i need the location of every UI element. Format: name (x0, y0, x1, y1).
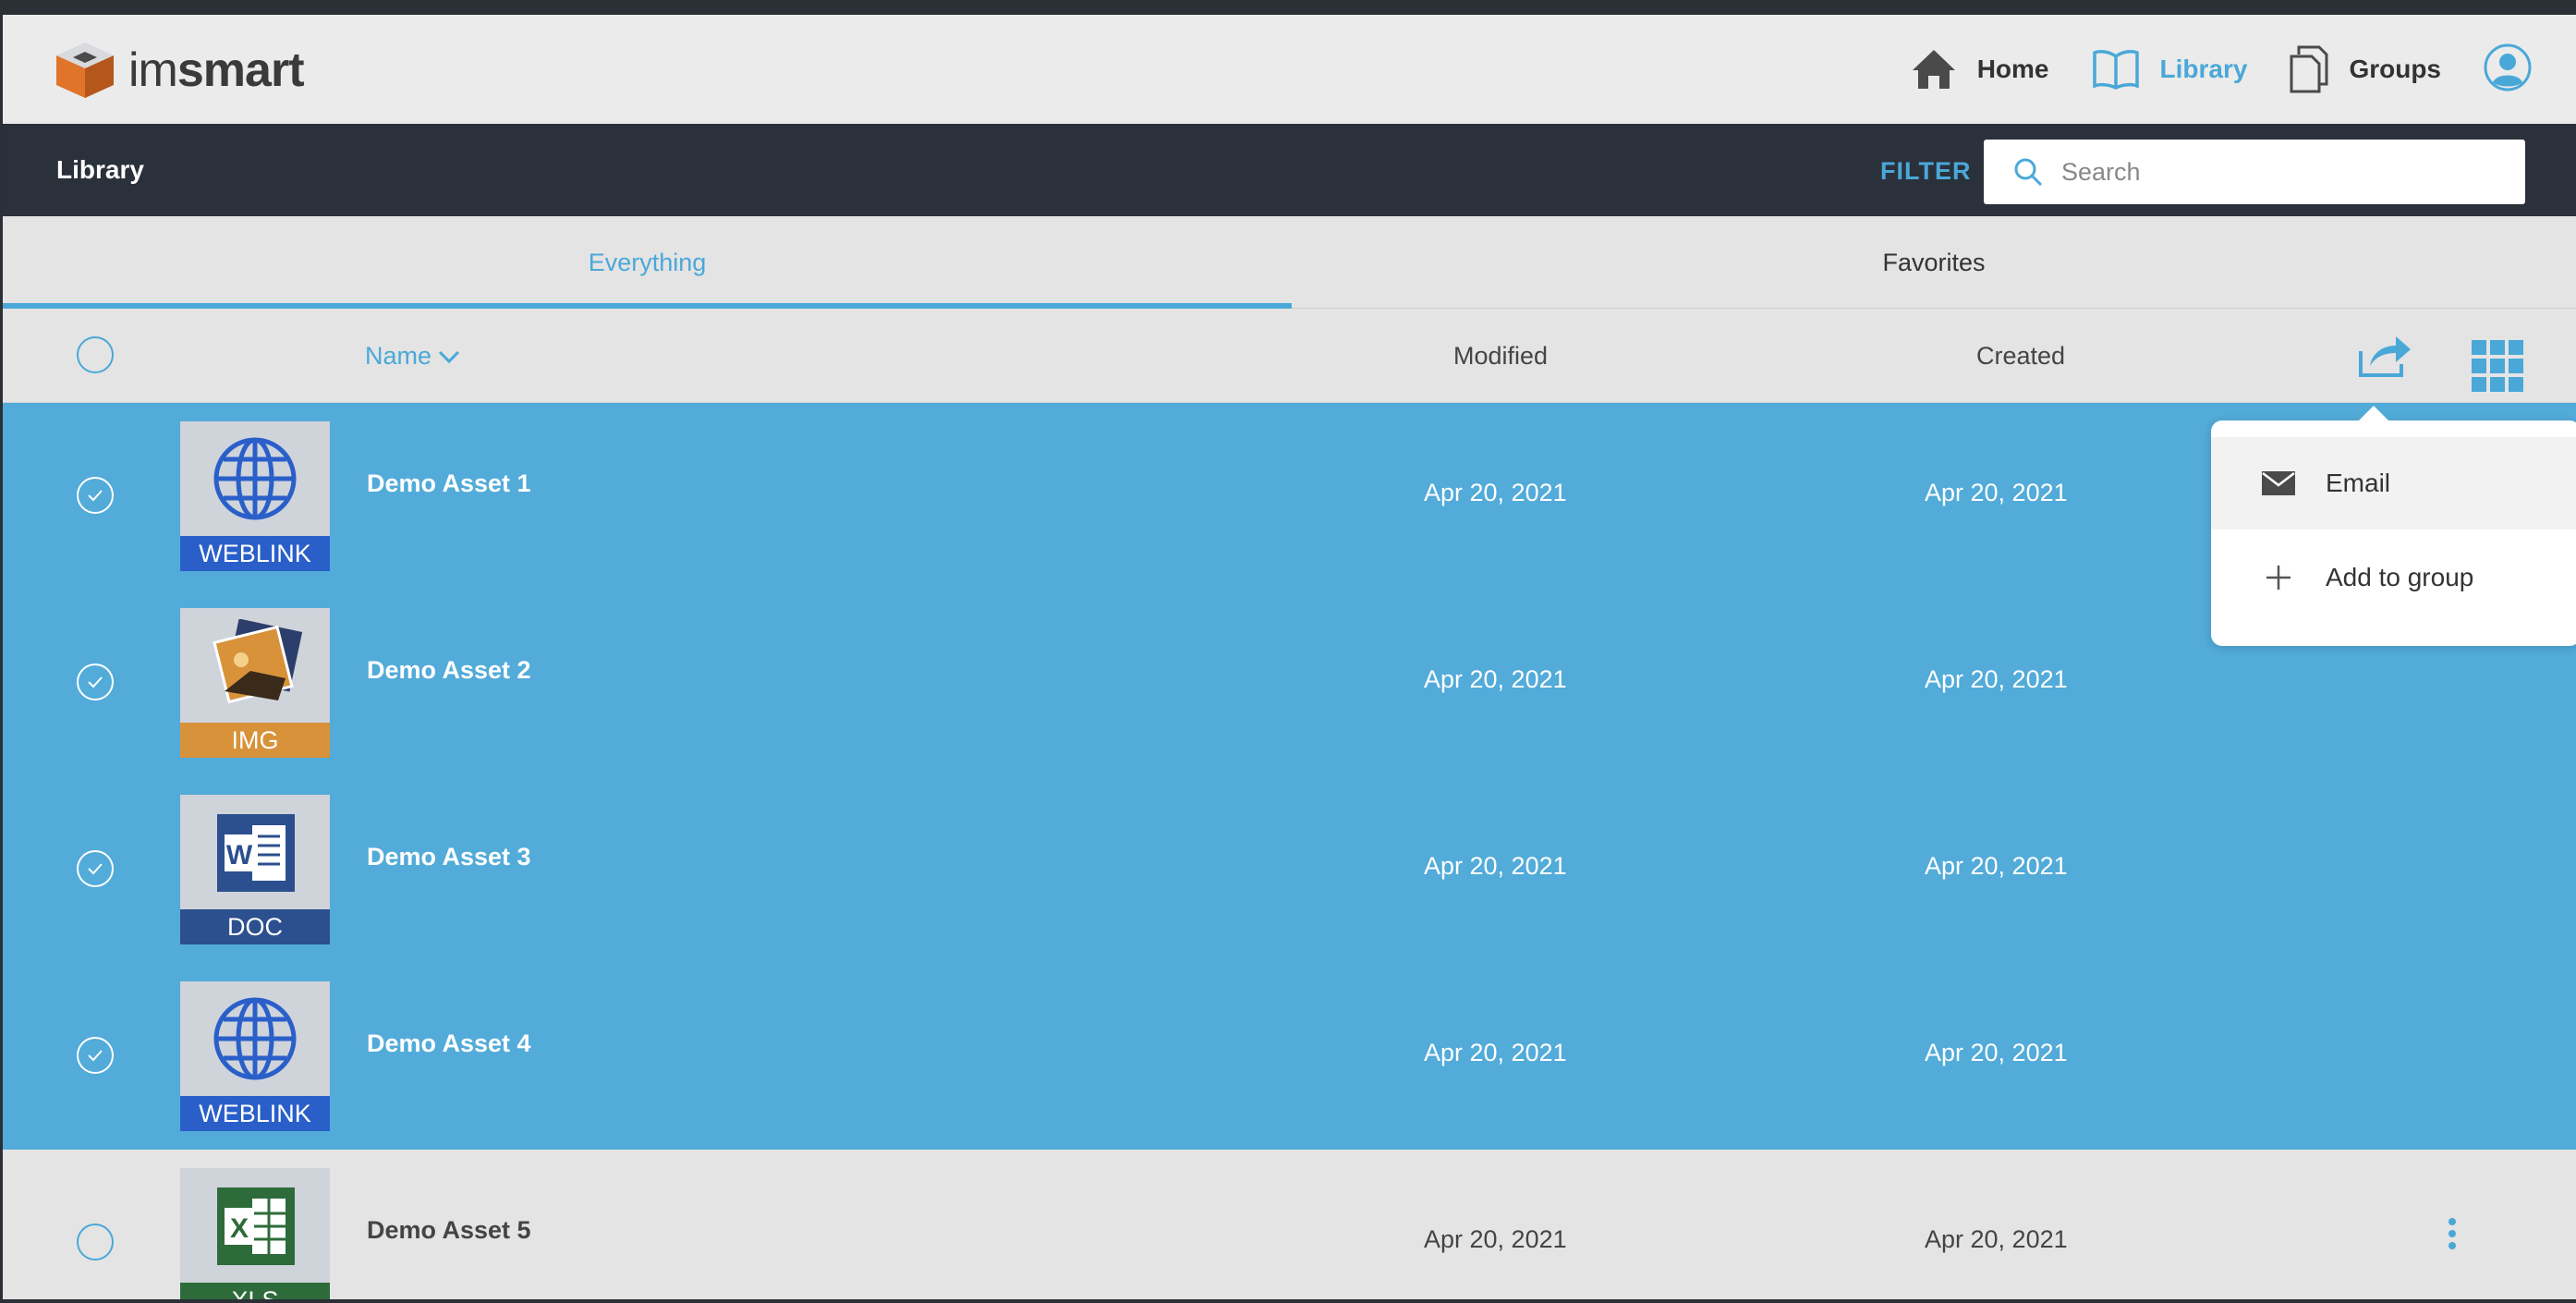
asset-type-label: IMG (180, 723, 330, 758)
asset-created: Apr 20, 2021 (1925, 1039, 2068, 1066)
asset-type-label: WEBLINK (180, 1096, 330, 1131)
asset-created: Apr 20, 2021 (1925, 1225, 2068, 1253)
chevron-down-icon (438, 350, 460, 363)
row-checkbox[interactable] (77, 850, 114, 887)
grid-view-icon[interactable] (2472, 340, 2523, 392)
image-icon (213, 619, 303, 704)
app: imsmart Home Library Groups Library FILT… (3, 15, 2576, 1299)
plus-icon (2266, 566, 2290, 590)
globe-icon (213, 997, 297, 1080)
user-icon (2484, 43, 2532, 91)
table-row[interactable]: IMG Demo Asset 2 Apr 20, 2021 Apr 20, 20… (3, 590, 2576, 776)
asset-thumbnail[interactable]: IMG (180, 608, 330, 758)
nav-library[interactable]: Library (2092, 49, 2248, 90)
mail-icon (2262, 471, 2295, 495)
sort-by-name[interactable]: Name (365, 342, 461, 371)
asset-name[interactable]: Demo Asset 5 (367, 1216, 531, 1245)
asset-modified: Apr 20, 2021 (1424, 1039, 1567, 1066)
logo[interactable]: imsmart (55, 41, 305, 100)
asset-thumbnail[interactable]: WEBLINK (180, 981, 330, 1131)
asset-name[interactable]: Demo Asset 2 (367, 656, 531, 685)
menu-item-email-label: Email (2326, 469, 2391, 497)
row-checkbox[interactable] (77, 477, 114, 514)
share-menu: Email Add to group (2211, 406, 2576, 646)
table-row[interactable]: WEBLINK Demo Asset 1 Apr 20, 2021 Apr 20… (3, 403, 2576, 590)
page-title: Library (56, 155, 144, 184)
logo-text: imsmart (128, 43, 305, 98)
top-bar: imsmart Home Library Groups (3, 15, 2576, 124)
logo-cube-icon (56, 43, 114, 98)
main-nav: Home Library Groups (1911, 15, 2576, 124)
asset-modified: Apr 20, 2021 (1424, 852, 1567, 880)
asset-name[interactable]: Demo Asset 1 (367, 469, 531, 498)
asset-list: WEBLINK Demo Asset 1 Apr 20, 2021 Apr 20… (3, 403, 2576, 1299)
nav-home-label: Home (1976, 55, 2049, 83)
asset-modified: Apr 20, 2021 (1424, 479, 1567, 506)
row-checkbox[interactable] (77, 1224, 114, 1260)
home-icon (1912, 50, 1955, 89)
excel-spreadsheet-icon: X (217, 1187, 295, 1265)
nav-library-label: Library (2159, 55, 2248, 83)
nav-groups-label: Groups (2349, 55, 2441, 83)
table-row[interactable]: WEBLINK Demo Asset 4 Apr 20, 2021 Apr 20… (3, 963, 2576, 1150)
asset-thumbnail[interactable]: W DOC (180, 795, 330, 944)
svg-text:X: X (230, 1213, 249, 1244)
asset-type-label: DOC (180, 909, 330, 944)
table-row[interactable]: X XLS Demo Asset 5 Apr 20, 2021 Apr 20, … (3, 1150, 2576, 1299)
word-document-icon: W (217, 814, 295, 892)
filter-button[interactable]: FILTER (1880, 157, 1971, 186)
tab-bar: Everything Favorites (3, 216, 2576, 309)
search-input[interactable] (2061, 157, 2486, 187)
more-options-icon[interactable] (2448, 1218, 2457, 1254)
checkmark-icon (88, 1050, 103, 1062)
search-box[interactable] (1984, 140, 2525, 204)
table-header: Name Modified Created (3, 309, 2576, 403)
asset-thumbnail[interactable]: X XLS (180, 1168, 330, 1299)
asset-type-label: WEBLINK (180, 536, 330, 571)
column-name-label: Name (365, 342, 432, 370)
share-icon[interactable] (2357, 333, 2412, 379)
column-created[interactable]: Created (1976, 342, 2065, 371)
documents-icon (2290, 45, 2328, 93)
table-row[interactable]: W DOC Demo Asset 3 Apr 20, 2021 Apr 20, … (3, 776, 2576, 963)
checkmark-icon (88, 676, 103, 688)
search-icon (2014, 158, 2043, 187)
asset-modified: Apr 20, 2021 (1424, 1225, 1567, 1253)
nav-home[interactable]: Home (1911, 48, 2049, 91)
checkmark-icon (88, 863, 103, 875)
checkmark-icon (88, 490, 103, 502)
tab-favorites[interactable]: Favorites (1292, 216, 2576, 309)
tab-everything[interactable]: Everything (3, 216, 1292, 309)
menu-item-add-to-group[interactable]: Add to group (2211, 531, 2576, 624)
row-checkbox[interactable] (77, 1037, 114, 1074)
asset-created: Apr 20, 2021 (1925, 852, 2068, 880)
logo-text-bold: smart (176, 43, 305, 97)
window-frame: imsmart Home Library Groups Library FILT… (0, 0, 2576, 1303)
asset-modified: Apr 20, 2021 (1424, 665, 1567, 693)
row-checkbox[interactable] (77, 664, 114, 700)
asset-name[interactable]: Demo Asset 3 (367, 843, 531, 871)
library-bar: Library FILTER (3, 124, 2576, 216)
select-all-checkbox[interactable] (77, 336, 114, 373)
asset-created: Apr 20, 2021 (1925, 665, 2068, 693)
globe-icon (213, 437, 297, 520)
svg-text:W: W (226, 840, 253, 871)
asset-name[interactable]: Demo Asset 4 (367, 1029, 531, 1058)
column-modified[interactable]: Modified (1453, 342, 1548, 371)
menu-item-email[interactable]: Email (2211, 437, 2576, 530)
asset-type-label: XLS (180, 1283, 330, 1299)
asset-thumbnail[interactable]: WEBLINK (180, 421, 330, 571)
book-icon (2092, 50, 2139, 90)
asset-created: Apr 20, 2021 (1925, 479, 2068, 506)
user-avatar[interactable] (2484, 43, 2532, 96)
menu-item-add-to-group-label: Add to group (2326, 563, 2474, 591)
logo-text-light: im (128, 43, 178, 97)
nav-groups[interactable]: Groups (2290, 45, 2441, 93)
